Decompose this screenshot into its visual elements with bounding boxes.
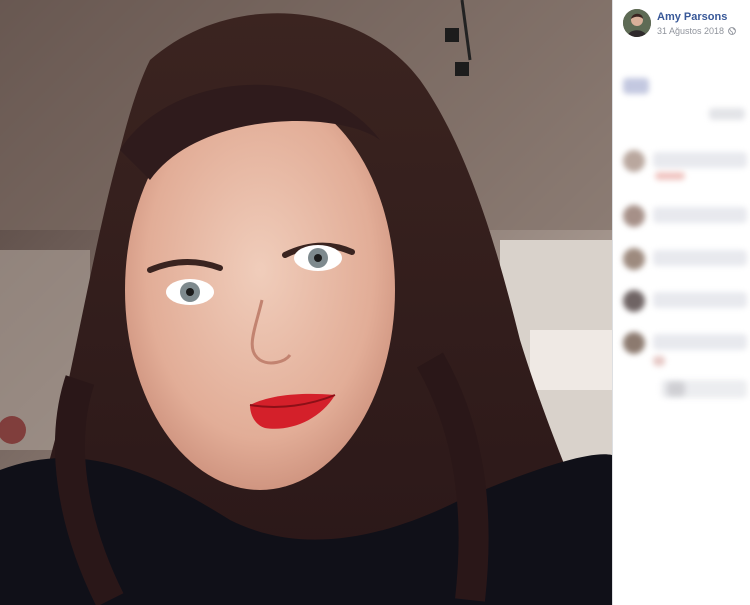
avatar: [623, 332, 645, 354]
comment-bubble: [653, 292, 747, 308]
avatar: [623, 248, 645, 270]
comment-count: [709, 108, 745, 120]
selfie-image: [0, 0, 612, 605]
avatar[interactable]: [623, 9, 651, 37]
globe-icon: [728, 27, 736, 35]
comment-input-avatar: [667, 382, 685, 396]
post-header: Amy Parsons 31 Ağustos 2018: [623, 9, 744, 39]
author-name-link[interactable]: Amy Parsons: [657, 11, 727, 23]
avatar: [623, 150, 645, 172]
post-photo[interactable]: [0, 0, 612, 605]
comment-meta: [653, 356, 665, 366]
avatar-image: [623, 9, 651, 37]
comment-bubble: [653, 207, 747, 223]
comment-meta: [655, 172, 685, 180]
post-sidebar: Amy Parsons 31 Ağustos 2018: [613, 0, 750, 605]
comment-bubble: [653, 152, 747, 168]
reaction-icon: [623, 78, 649, 94]
avatar: [623, 290, 645, 312]
post-meta: 31 Ağustos 2018: [657, 26, 736, 36]
post-date[interactable]: 31 Ağustos 2018: [657, 26, 724, 36]
comments-blurred: [617, 60, 750, 440]
comment-bubble: [653, 334, 747, 350]
comment-bubble: [653, 250, 747, 266]
avatar: [623, 205, 645, 227]
